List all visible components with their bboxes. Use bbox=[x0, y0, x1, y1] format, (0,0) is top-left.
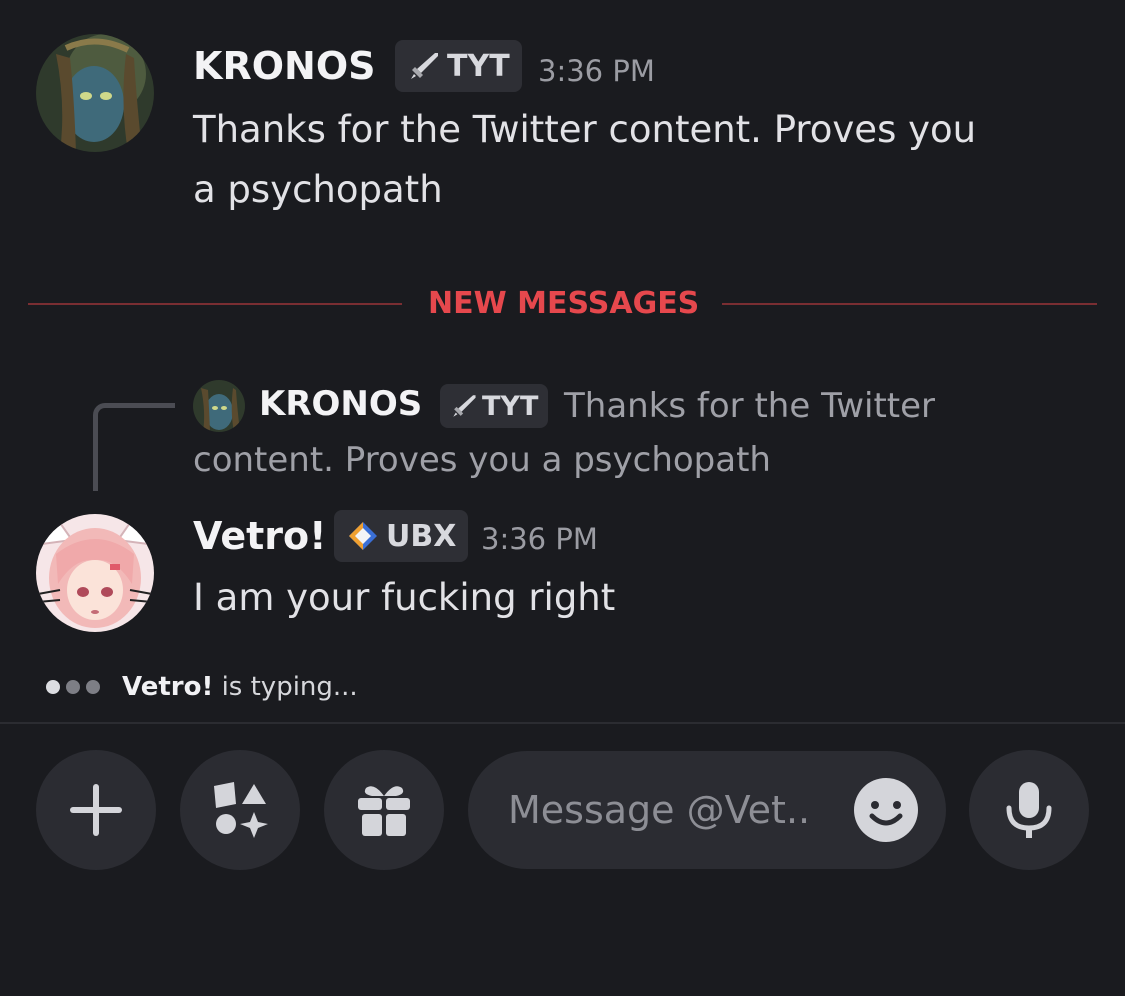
avatar-kronos[interactable] bbox=[36, 34, 154, 152]
typing-dot bbox=[86, 680, 100, 694]
reply-preview-text[interactable]: content. Proves you a psychopath bbox=[193, 440, 771, 480]
reply-role-tag-tyt: TYT bbox=[440, 384, 549, 428]
role-tag-label: UBX bbox=[386, 518, 457, 554]
apps-button[interactable] bbox=[180, 750, 300, 870]
message-input[interactable] bbox=[508, 781, 848, 839]
username-vetro[interactable]: Vetro! bbox=[193, 514, 326, 558]
gift-button[interactable] bbox=[324, 750, 444, 870]
gift-icon bbox=[352, 778, 416, 842]
typing-indicator: Vetro! is typing... bbox=[46, 672, 358, 702]
reply-connector bbox=[93, 403, 175, 491]
apps-icon bbox=[208, 778, 272, 842]
username-kronos[interactable]: KRONOS bbox=[193, 44, 376, 88]
message-composer bbox=[468, 751, 946, 869]
typing-dot bbox=[46, 680, 60, 694]
message-timestamp: 3:36 PM bbox=[538, 54, 655, 88]
reply-avatar-kronos[interactable] bbox=[193, 380, 245, 432]
typing-suffix: is typing... bbox=[213, 672, 358, 702]
emoji-icon bbox=[852, 778, 920, 848]
new-messages-divider-line bbox=[722, 303, 1097, 305]
typing-dot bbox=[66, 680, 80, 694]
sword-icon bbox=[407, 49, 441, 83]
typing-text: Vetro! is typing... bbox=[122, 672, 358, 702]
diamond-sparkle-icon bbox=[346, 519, 380, 553]
new-messages-divider-line bbox=[28, 303, 402, 305]
microphone-icon bbox=[997, 778, 1061, 842]
add-attachment-button[interactable] bbox=[36, 750, 156, 870]
voice-message-button[interactable] bbox=[969, 750, 1089, 870]
reply-username[interactable]: KRONOS bbox=[259, 384, 422, 424]
message-timestamp: 3:36 PM bbox=[481, 522, 598, 556]
reply-preview-text[interactable]: Thanks for the Twitter bbox=[564, 386, 935, 426]
sword-icon bbox=[450, 392, 478, 420]
typing-username: Vetro! bbox=[122, 672, 214, 702]
message-text-line: Thanks for the Twitter content. Proves y… bbox=[193, 108, 977, 151]
message-text: I am your fucking right bbox=[193, 576, 616, 619]
message-text-line: a psychopath bbox=[193, 168, 443, 211]
avatar-vetro[interactable] bbox=[36, 514, 154, 632]
role-tag-ubx[interactable]: UBX bbox=[334, 510, 469, 562]
role-tag-label: TYT bbox=[447, 48, 510, 84]
role-tag-label: TYT bbox=[482, 390, 539, 422]
new-messages-label: NEW MESSAGES bbox=[428, 286, 700, 321]
composer-separator bbox=[0, 722, 1125, 724]
emoji-button[interactable] bbox=[852, 776, 920, 844]
plus-icon bbox=[64, 778, 128, 842]
role-tag-tyt[interactable]: TYT bbox=[395, 40, 522, 92]
